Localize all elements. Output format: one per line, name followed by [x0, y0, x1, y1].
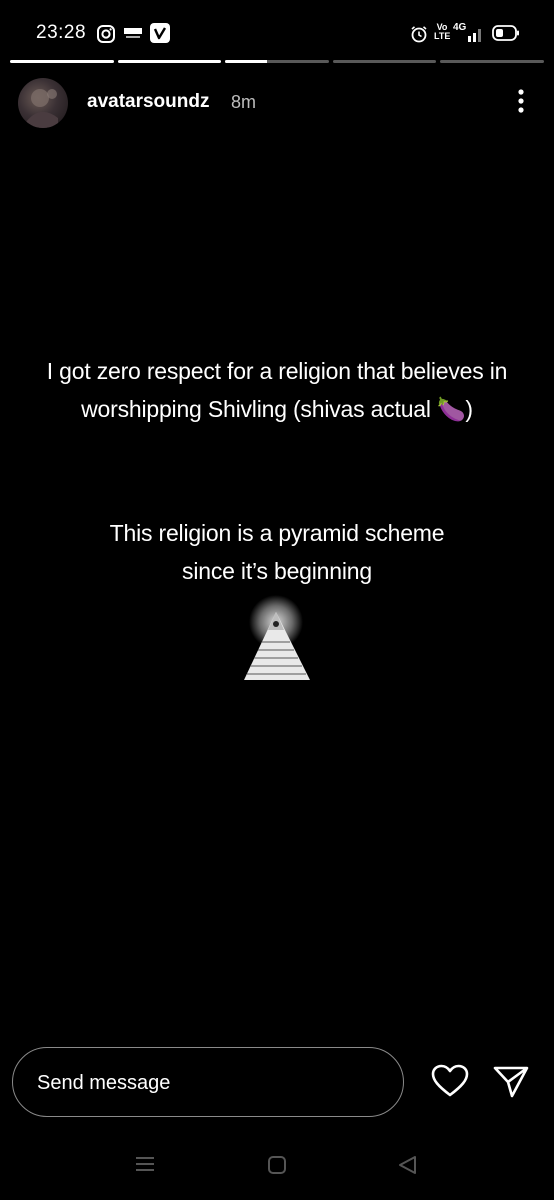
home-button[interactable]	[266, 1154, 288, 1181]
progress-fill	[10, 60, 114, 63]
reply-bar: Send message	[0, 1045, 554, 1121]
recents-button[interactable]	[134, 1154, 156, 1179]
square-icon	[268, 1156, 286, 1174]
heart-icon	[431, 1064, 469, 1097]
status-time: 23:28	[36, 22, 87, 43]
progress-fill	[225, 60, 267, 63]
like-button[interactable]	[430, 1063, 470, 1099]
send-icon	[493, 1066, 529, 1098]
story-progress-segment	[10, 60, 114, 63]
story-text-line: worshipping Shivling (shivas actual 🍆)	[81, 396, 473, 422]
signal-4g-icon	[462, 26, 484, 47]
alarm-icon	[410, 25, 428, 48]
menu-lines-icon	[136, 1157, 154, 1171]
status-bar: 23:28 Vo LTE 4G	[0, 0, 554, 62]
instagram-icon	[96, 24, 116, 49]
pyramid-eye-sticker	[240, 594, 314, 686]
story-progress-segment	[440, 60, 544, 63]
system-navigation-bar	[0, 1134, 554, 1200]
story-progress-segment	[117, 60, 222, 63]
send-message-placeholder: Send message	[37, 1072, 171, 1094]
more-options-button[interactable]	[506, 86, 536, 116]
progress-fill	[117, 60, 222, 63]
story-text-paragraph-1: I got zero respect for a religion that b…	[0, 352, 554, 428]
story-progress-segment	[332, 60, 437, 63]
volte-icon: Vo LTE	[434, 22, 451, 41]
story-text-paragraph-2: This religion is a pyramid scheme since …	[0, 514, 554, 590]
paytm-icon	[124, 27, 142, 46]
back-button[interactable]	[396, 1154, 418, 1181]
vimeo-icon	[150, 23, 170, 48]
share-button[interactable]	[492, 1063, 530, 1099]
story-text-line: I got zero respect for a religion that b…	[46, 358, 508, 384]
story-header: avatarsoundz 8m	[18, 78, 536, 128]
triangle-back-icon	[399, 1156, 416, 1174]
story-text-line: This religion is a pyramid scheme	[109, 520, 445, 546]
avatar[interactable]	[18, 78, 68, 128]
send-message-input[interactable]: Send message	[12, 1047, 404, 1117]
story-progress	[10, 60, 544, 64]
story-time-ago: 8m	[231, 92, 257, 112]
username[interactable]: avatarsoundz	[87, 91, 209, 113]
more-vertical-icon	[518, 89, 524, 113]
story-progress-segment	[225, 60, 329, 63]
story-text-line: since it’s beginning	[182, 558, 372, 584]
battery-icon	[492, 25, 520, 46]
